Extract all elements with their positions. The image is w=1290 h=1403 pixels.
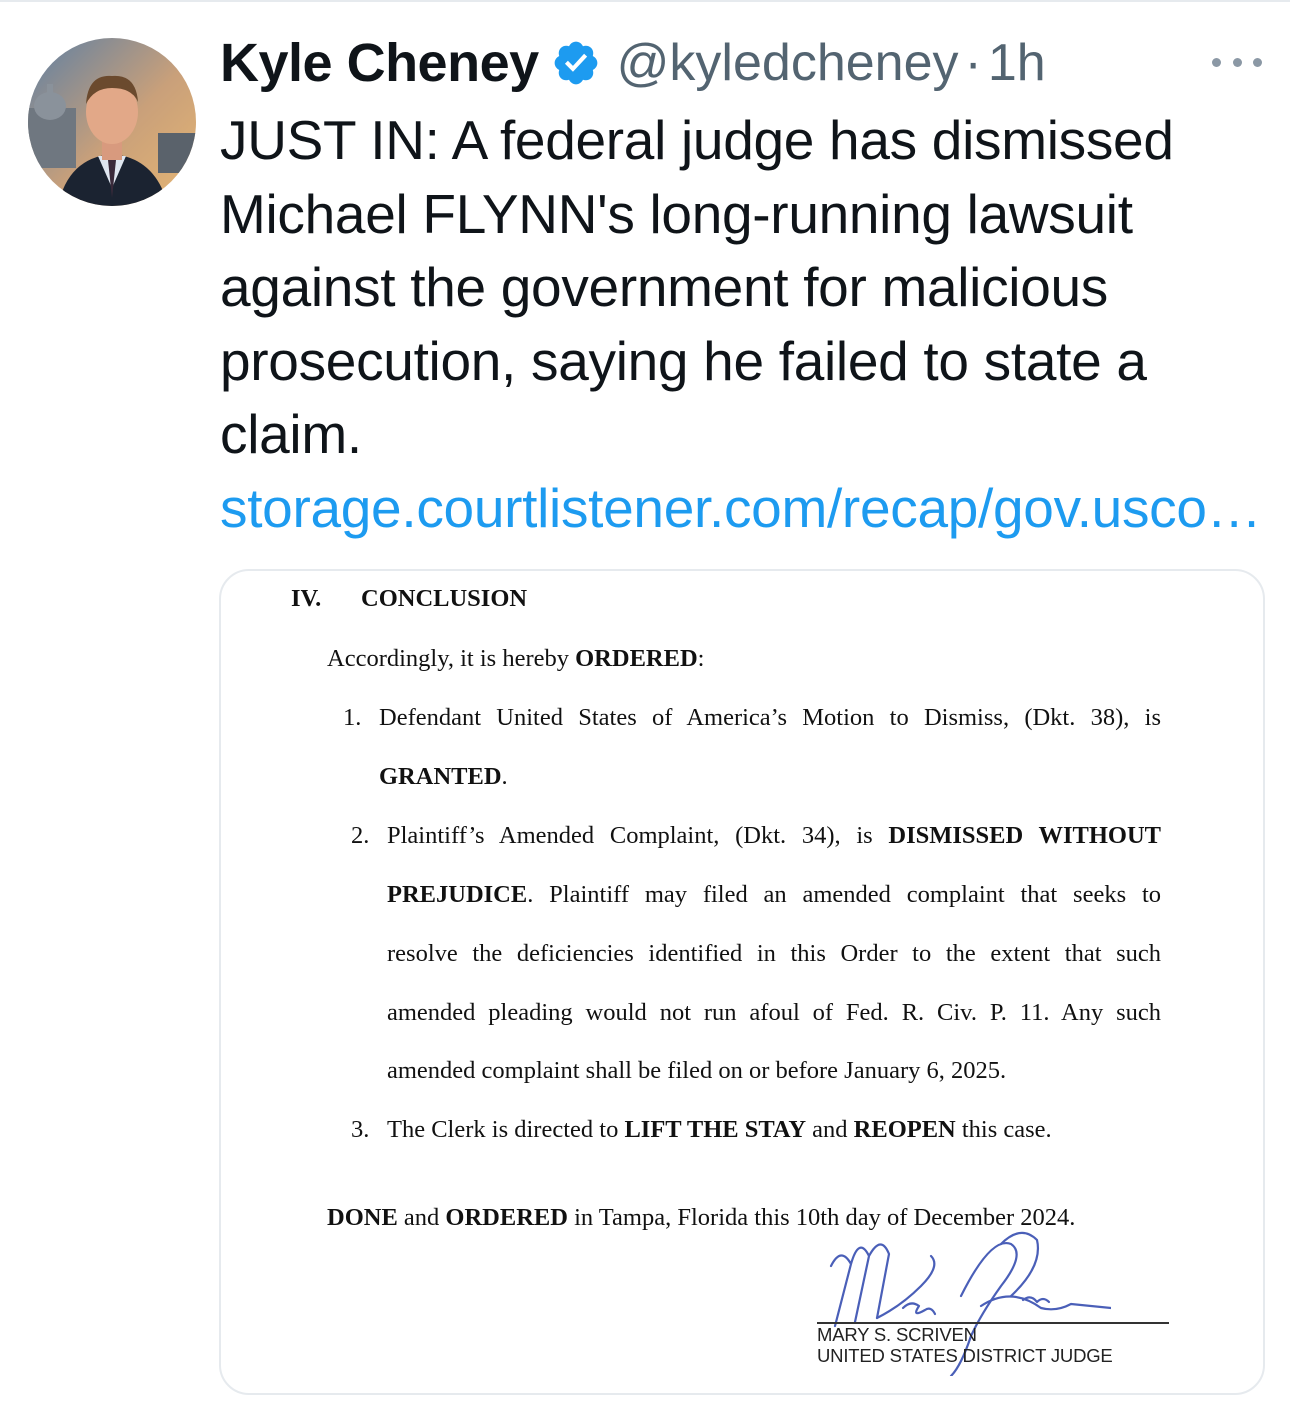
more-dot <box>1212 57 1221 67</box>
judge-title: UNITED STATES DISTRICT JUDGE <box>817 1345 1113 1366</box>
section-number: IV. <box>291 585 322 612</box>
item-1-number: 1. <box>343 704 362 731</box>
item-2-line-3: resolve the deficiencies identified in t… <box>387 940 1161 967</box>
item-2-line-1: Plaintiff’s Amended Complaint, (Dkt. 34)… <box>387 822 1161 849</box>
more-dot <box>1232 57 1242 67</box>
order-intro: Accordingly, it is hereby ORDERED: <box>327 645 705 672</box>
author-handle[interactable]: @kyledcheney <box>617 33 959 93</box>
item-3-text: The Clerk is directed to LIFT THE STAY a… <box>387 1116 1052 1143</box>
tweet-body: JUST IN: A federal judge has dismissed M… <box>220 109 1174 465</box>
tweet-timestamp[interactable]: 1h <box>988 33 1046 93</box>
section-title: CONCLUSION <box>361 585 528 612</box>
judge-name: MARY S. SCRIVEN <box>817 1324 977 1345</box>
more-options-icon[interactable] <box>1212 52 1262 72</box>
author-avatar[interactable] <box>28 38 196 206</box>
item-2-line-5: amended complaint shall be filed on or b… <box>387 1057 1007 1084</box>
author-name[interactable]: Kyle Cheney <box>220 32 539 94</box>
more-dot <box>1253 57 1262 67</box>
avatar-photo <box>28 38 196 206</box>
tweet-header: Kyle Cheney @kyledcheney · 1h <box>220 28 1046 98</box>
court-order-document: IV. CONCLUSION Accordingly, it is hereby… <box>221 571 1263 1393</box>
item-1-line-1: Defendant United States of America’s Mot… <box>379 704 1161 731</box>
tweet-text: JUST IN: A federal judge has dismissed M… <box>220 104 1262 545</box>
top-divider <box>0 0 1290 2</box>
item-2-line-2: PREJUDICE. Plaintiff may filed an amende… <box>387 881 1161 908</box>
item-3-number: 3. <box>351 1116 370 1143</box>
separator-dot: · <box>964 34 982 92</box>
item-2-line-4: amended pleading would not run afoul of … <box>387 999 1161 1026</box>
item-2-number: 2. <box>351 822 370 849</box>
tweet-link[interactable]: storage.courtlistener.com/recap/gov.usco… <box>220 477 1262 539</box>
item-1-line-2: GRANTED. <box>379 763 508 790</box>
verified-badge-icon <box>554 41 597 85</box>
attached-image[interactable]: IV. CONCLUSION Accordingly, it is hereby… <box>219 569 1265 1395</box>
